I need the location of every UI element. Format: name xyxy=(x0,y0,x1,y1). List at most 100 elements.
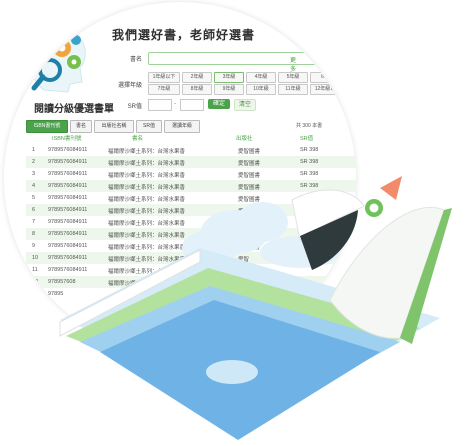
sort-isbn-button[interactable]: ISBN書刊號 xyxy=(26,120,68,133)
table-cell-isbn: 9789576084911 xyxy=(48,195,88,201)
table-cell-pub: 愛智 xyxy=(238,257,250,263)
table-cell-pub: 愛智圖書 xyxy=(238,209,261,215)
table-cell-n: 4 xyxy=(32,183,36,189)
column-header-sr[interactable]: SR值 xyxy=(300,134,313,142)
table-row[interactable]: 11 9789576084911 福爾摩沙鄉土系列：台灣水果香 愛 xyxy=(26,264,356,276)
table-cell-pub: 愛智圖書 xyxy=(238,173,261,179)
table-cell-isbn: 9789576084911 xyxy=(48,219,88,225)
table-cell-pub: 愛 xyxy=(238,269,244,275)
table-cell-sr: SR 398 xyxy=(300,159,319,165)
table-row[interactable]: 7 9789576084911 福爾摩沙鄉土系列：台灣水果香 愛智圖書 S xyxy=(26,216,356,228)
table-cell-pub: 愛智圖書 xyxy=(238,197,261,203)
column-header-publisher[interactable]: 出版社 xyxy=(236,134,253,142)
clear-button[interactable]: 清空 xyxy=(234,99,256,111)
sr-max-input[interactable] xyxy=(180,99,204,111)
slogan-heading: 我們選好書，老師好選書 xyxy=(112,28,256,42)
table-row[interactable]: 4 9789576084911 福爾摩沙鄉土系列：台灣水果香 愛智圖書 SR 398 xyxy=(26,180,356,192)
grade-option[interactable]: 6年 xyxy=(310,72,340,83)
table-row[interactable]: 1 9789576084911 福爾摩沙鄉土系列：台灣水果香 愛智圖書 SR 398 xyxy=(26,144,356,156)
sort-sr-button[interactable]: SR值 xyxy=(136,120,162,133)
table-cell-n: 9 xyxy=(32,243,36,249)
table-row[interactable]: 13 97895 xyxy=(26,288,356,300)
column-header-title[interactable]: 書名 xyxy=(132,134,143,142)
table-cell-isbn: 9789576084911 xyxy=(48,183,88,189)
table-header: ISBN書刊號 書名 出版社 SR值 xyxy=(26,133,356,143)
table-cell-title: 福爾摩沙鄉土系列：台灣水果香 xyxy=(108,185,186,191)
table-cell-n: 12 xyxy=(32,279,39,285)
title-search-input[interactable] xyxy=(148,52,356,65)
table-cell-pub: 愛智圖書 xyxy=(238,185,261,191)
table-cell-isbn: 9789576084911 xyxy=(48,159,88,165)
grade-option[interactable]: 9年級 xyxy=(214,84,244,95)
table-cell-pub: 愛智圖書 xyxy=(238,221,261,227)
table-row[interactable]: 8 9789576084911 福爾摩沙鄉土系列：台灣水果香 愛智圖書 xyxy=(26,228,356,240)
table-cell-sr: SR 398 xyxy=(300,183,319,189)
grade-option[interactable]: 4年級 xyxy=(246,72,276,83)
table-cell-title: 福爾摩沙鄉土系列：台灣水果香 xyxy=(108,245,186,251)
sort-title-button[interactable]: 書名 xyxy=(70,120,92,133)
table-row[interactable]: 12 978957608 福爾摩沙鄉土 xyxy=(26,276,356,288)
column-header-isbn[interactable]: ISBN書刊號 xyxy=(52,134,81,142)
grade-option-selected[interactable]: 3年級 xyxy=(214,72,244,83)
table-cell-n: 10 xyxy=(32,255,39,261)
sr-min-input[interactable] xyxy=(148,99,172,111)
table-row[interactable]: 2 9789576084911 福爾摩沙鄉土系列：台灣水果香 愛智圖書 SR 398 xyxy=(26,156,356,168)
table-cell-n: 13 xyxy=(32,291,39,297)
table-cell-isbn: 9789576084911 xyxy=(48,207,88,213)
grade-option[interactable]: 10年級 xyxy=(246,84,276,95)
table-cell-n: 11 xyxy=(32,267,38,273)
sr-filter-label: SR值 xyxy=(127,104,142,110)
head-gears-logo-icon xyxy=(30,29,86,93)
table-cell-n: 1 xyxy=(32,147,36,153)
table-cell-n: 8 xyxy=(32,231,36,237)
table-cell-title: 福爾摩沙鄉土 xyxy=(108,281,142,287)
table-cell-sr: SR 398 xyxy=(300,195,319,201)
grade-option[interactable]: 11年級 xyxy=(278,84,308,95)
table-cell-title: 福爾摩沙鄉土系列：台灣水果香 xyxy=(108,161,186,167)
table-cell-isbn: 978957608 xyxy=(48,279,76,285)
grade-option[interactable]: 1年級以下 xyxy=(148,72,180,83)
table-cell-isbn: 9789576084911 xyxy=(48,231,88,237)
table-cell-isbn: 9789576084911 xyxy=(48,267,88,273)
table-cell-title: 福爾摩沙鄉土系列：台灣水果香 xyxy=(108,269,186,275)
sort-grade-button[interactable]: 選讀年級 xyxy=(164,120,200,133)
table-cell-title: 福爾摩沙鄉土系列：台灣水果香 xyxy=(108,173,186,179)
table-cell-title: 福爾摩沙鄉土系列：台灣水果香 xyxy=(108,233,186,239)
table-cell-sr: SR 398 xyxy=(300,171,319,177)
confirm-button[interactable]: 確定 xyxy=(208,99,230,109)
grade-option[interactable]: 2年級 xyxy=(182,72,212,83)
range-dash: - xyxy=(174,101,176,107)
more-button[interactable]: 更多 xyxy=(290,55,296,73)
table-cell-pub: 愛智圖書 xyxy=(238,233,261,239)
grade-option[interactable]: 8年級 xyxy=(182,84,212,95)
table-row[interactable]: 9 9789576084911 福爾摩沙鄉土系列：台灣水果香 愛智圖書 xyxy=(26,240,356,252)
table-cell-title: 福爾摩沙鄉土系列：台灣水果香 xyxy=(108,149,186,155)
table-row[interactable]: 5 9789576084911 福爾摩沙鄉土系列：台灣水果香 愛智圖書 SR 398 xyxy=(26,192,356,204)
cloud-icon xyxy=(206,360,258,384)
result-count: 共 300 本書 xyxy=(296,123,323,129)
table-cell-sr: SR 398 xyxy=(300,147,319,153)
grade-option[interactable]: 5年級 xyxy=(278,72,308,83)
table-cell-pub: 愛智圖書 xyxy=(238,161,261,167)
table-cell-sr: S xyxy=(300,219,304,225)
table-cell-n: 7 xyxy=(32,219,36,225)
app-screenshot-circle: 閱讀分級優選書單 我們選好書，老師好選書 書名 更多 選擇年級 1年級以下 2年… xyxy=(4,2,356,354)
table-cell-pub: 愛智圖書 xyxy=(238,245,261,251)
curled-page-edge xyxy=(400,208,452,344)
table-cell-isbn: 9789576084911 xyxy=(48,147,88,153)
table-cell-isbn: 9789576084911 xyxy=(48,243,88,249)
table-row[interactable]: 6 9789576084911 福爾摩沙鄉土系列：台灣水果香 愛智圖書 SR xyxy=(26,204,356,216)
table-cell-n: 5 xyxy=(32,195,36,201)
table-cell-pub: 愛智圖書 xyxy=(238,149,261,155)
brand-panel: 閱讀分級優選書單 xyxy=(4,2,114,132)
table-cell-isbn: 9789576084911 xyxy=(48,171,88,177)
sort-publisher-button[interactable]: 出版社名稱 xyxy=(94,120,134,133)
grade-option[interactable]: 12年級以 xyxy=(310,84,340,95)
table-row[interactable]: 10 9789576084911 福爾摩沙鄉土系列：台灣水果香 愛智 xyxy=(26,252,356,264)
grade-filter-label: 選擇年級 xyxy=(117,83,142,89)
table-cell-title: 福爾摩沙鄉土系列：台灣水果香 xyxy=(108,197,186,203)
grade-option[interactable]: 7年級 xyxy=(148,84,180,95)
table-row[interactable]: 3 9789576084911 福爾摩沙鄉土系列：台灣水果香 愛智圖書 SR 398 xyxy=(26,168,356,180)
search-label: 書名 xyxy=(129,57,142,63)
table-cell-title: 福爾摩沙鄉土系列：台灣水果香 xyxy=(108,257,186,263)
